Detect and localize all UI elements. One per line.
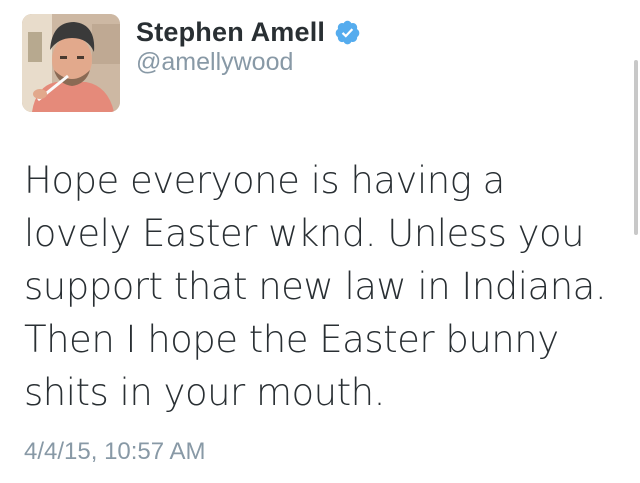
name-row: Stephen Amell [136, 15, 361, 49]
avatar-photo-icon [22, 14, 120, 112]
tweet-text: Hope everyone is having a lovely Easter … [24, 159, 607, 414]
verified-badge-icon [334, 19, 361, 46]
user-handle[interactable]: @amellywood [136, 48, 293, 77]
display-name[interactable]: Stephen Amell [136, 17, 325, 48]
tweet-card: Stephen Amell @amellywood Hope everyone … [0, 0, 640, 483]
tweet-timestamp[interactable]: 4/4/15, 10:57 AM [24, 438, 205, 466]
avatar[interactable] [22, 14, 120, 112]
scrollbar[interactable] [634, 60, 638, 235]
